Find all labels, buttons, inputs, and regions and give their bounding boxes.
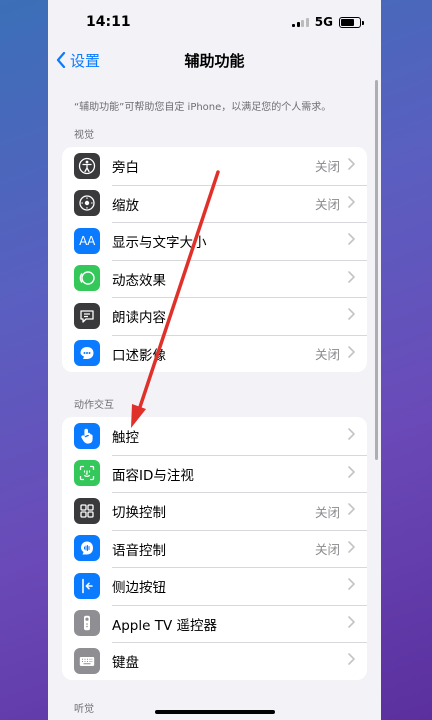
back-label: 设置 [70,51,101,70]
row-content: 切换控制 关闭 [112,492,367,530]
row-content: 动态效果 [112,259,367,298]
settings-row[interactable]: 旁白 关闭 [62,147,367,185]
voice-control-icon [74,535,100,562]
row-value: 关闭 [314,504,340,520]
settings-row[interactable]: 触控 [62,417,367,455]
chevron-right-icon [348,540,355,557]
chevron-right-icon [348,233,355,249]
settings-row[interactable]: Apple TV 遥控器 [62,604,367,643]
battery-icon [339,16,364,28]
settings-row[interactable]: 口述影像 关闭 [62,334,367,373]
row-value: 关闭 [314,197,340,213]
keyboard-icon [74,647,100,674]
chevron-right-icon [348,308,355,324]
chevron-right-icon [348,157,355,174]
chevron-left-icon [56,52,66,68]
settings-row[interactable]: 键盘 [62,642,367,680]
chevron-right-icon [348,195,355,212]
settings-group: 旁白 关闭 缩放 关闭 AA 显示与文字大小 动态效果 朗读内容 口述影像 关闭 [62,147,367,372]
row-value: 关闭 [314,347,340,363]
row-label: Apple TV 遥控器 [112,617,217,634]
face-id-icon [74,460,100,487]
chevron-right-icon [348,465,355,482]
settings-row[interactable]: 切换控制 关闭 [62,492,367,530]
row-label: 语音控制 [112,542,166,559]
row-label: 缩放 [112,197,139,214]
audio-description-icon [74,340,100,367]
row-label: 面容ID与注视 [112,467,194,484]
chevron-right-icon [348,345,355,362]
row-content: 侧边按钮 [112,567,367,605]
side-button-icon [74,572,100,599]
settings-group: 触控 面容ID与注视 切换控制 关闭 语音控制 关闭 侧边按钮 Apple TV 遥控器 键盘 [62,417,367,680]
row-label: 显示与文字大小 [112,235,207,252]
voiceover-icon [74,152,100,179]
network-label: 5G [314,15,333,29]
navigation-bar: 设置 辅助功能 [48,44,381,76]
row-content: 缩放 关闭 [112,184,367,223]
motion-icon [74,265,100,292]
touch-icon [74,422,100,449]
section-header: 视觉 [74,130,94,141]
zoom-icon [74,190,100,217]
row-content: 键盘 [112,642,367,680]
signal-icon [292,17,309,27]
phone-screen: 14:11 5G 设置 辅助功能 “辅助功能”可帮助您自定 iPhone，以满足… [48,0,381,720]
status-time: 14:11 [86,14,131,30]
remote-icon [74,610,100,637]
row-content: 旁白 关闭 [112,147,367,185]
settings-row[interactable]: 动态效果 [62,259,367,298]
row-label: 朗读内容 [112,310,166,327]
settings-sections: 视觉 旁白 关闭 缩放 关闭 AA 显示与文字大小 动态效果 朗读内容 口述影像 关闭 动作交互 触控面… [48,126,381,680]
row-label: 键盘 [112,655,139,672]
settings-row[interactable]: 侧边按钮 [62,567,367,605]
row-content: 朗读内容 [112,297,367,335]
chevron-right-icon [348,270,355,287]
chevron-right-icon [348,578,355,594]
row-content: Apple TV 遥控器 [112,604,367,643]
row-label: 动态效果 [112,272,166,289]
row-label: 触控 [112,429,139,446]
row-label: 旁白 [112,159,139,176]
row-label: 侧边按钮 [112,580,166,597]
row-label: 切换控制 [112,505,166,522]
section-header: 动作交互 [74,400,114,411]
row-content: 面容ID与注视 [112,454,367,493]
text-size-icon: AA [74,227,100,254]
settings-row[interactable]: 语音控制 关闭 [62,529,367,568]
row-content: 显示与文字大小 [112,222,367,260]
settings-row[interactable]: 面容ID与注视 [62,454,367,493]
status-bar: 14:11 5G [48,0,381,44]
description-text: “辅助功能”可帮助您自定 iPhone，以满足您的个人需求。 [74,102,332,113]
row-content: 触控 [112,417,367,455]
chevron-right-icon [348,427,355,444]
settings-row[interactable]: 朗读内容 [62,297,367,335]
status-icons: 5G [292,15,364,29]
switch-control-icon [74,497,100,524]
home-indicator[interactable] [154,710,275,714]
settings-row[interactable]: 缩放 关闭 [62,184,367,223]
row-value: 关闭 [314,159,340,175]
chevron-right-icon [348,503,355,519]
speech-icon [74,302,100,329]
row-label: 口述影像 [112,347,166,364]
chevron-right-icon [348,653,355,669]
settings-row[interactable]: AA 显示与文字大小 [62,222,367,260]
back-button[interactable]: 设置 [56,50,100,71]
scroll-indicator[interactable] [375,80,378,460]
chevron-right-icon [348,615,355,632]
row-value: 关闭 [314,542,340,558]
row-content: 口述影像 关闭 [112,334,367,373]
row-content: 语音控制 关闭 [112,529,367,568]
